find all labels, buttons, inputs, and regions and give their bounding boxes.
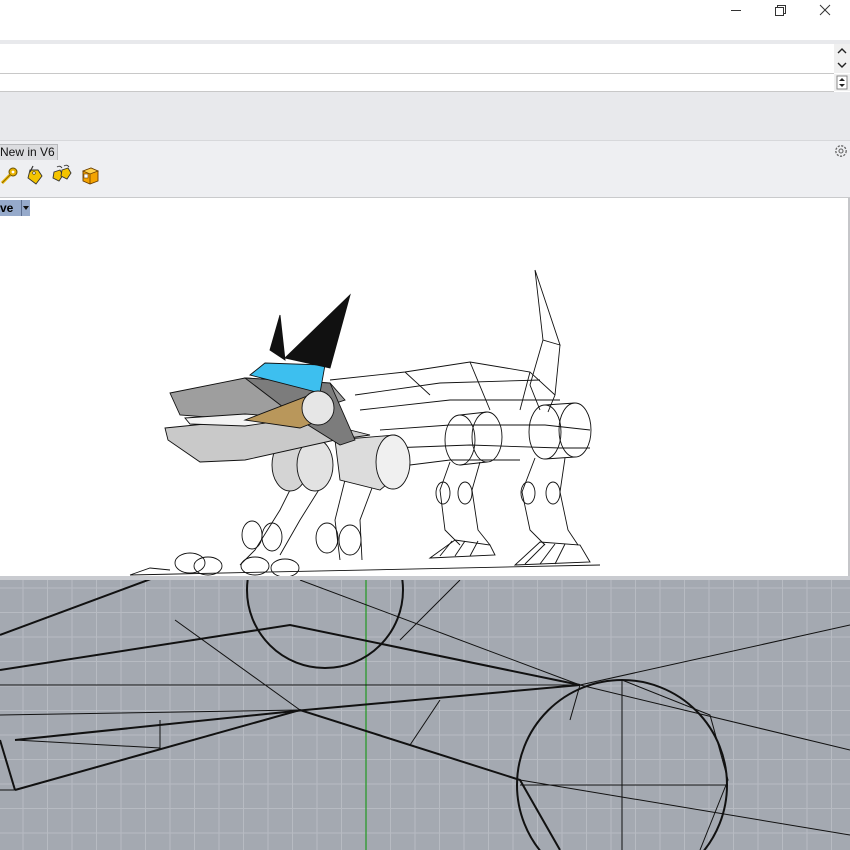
command-prompt-input[interactable] [0, 74, 834, 92]
robot-dog-model [129, 269, 601, 576]
gear-icon [835, 145, 847, 157]
wrench-key-tool[interactable] [0, 164, 22, 186]
minimize-button[interactable] [714, 0, 758, 22]
perspective-viewport[interactable] [0, 198, 850, 576]
tags-tool[interactable] [51, 164, 73, 186]
title-bar [0, 0, 850, 40]
top-viewport[interactable] [0, 580, 850, 850]
restore-icon [775, 5, 786, 16]
toolbar-settings-button[interactable] [833, 143, 849, 159]
viewport-menu-button[interactable] [21, 200, 30, 216]
top-view-grid [0, 580, 850, 850]
wrench-key-icon [0, 167, 18, 185]
caret-down-icon [23, 206, 29, 210]
toolbar-area [0, 92, 850, 141]
toolbar-tab-strip [0, 141, 850, 161]
chevron-down-icon[interactable] [837, 62, 847, 68]
chevron-up-icon[interactable] [837, 48, 847, 54]
close-button[interactable] [803, 0, 847, 22]
viewport-title-perspective[interactable]: ve [0, 200, 21, 216]
tags-icon [52, 164, 72, 182]
tab-new-in-v6[interactable]: New in V6 [0, 144, 58, 160]
tool-icon-bar [0, 160, 850, 198]
command-history[interactable] [0, 44, 834, 74]
box-cube-tool[interactable] [79, 164, 101, 186]
tag-pencil-tool[interactable] [24, 164, 46, 186]
minimize-icon [731, 10, 741, 11]
command-history-scrollbar[interactable] [834, 44, 850, 73]
command-prompt-spinner[interactable] [834, 74, 850, 91]
close-icon [819, 4, 831, 16]
restore-button[interactable] [758, 0, 802, 22]
tag-pencil-icon [27, 165, 43, 185]
box-cube-icon [81, 167, 100, 185]
